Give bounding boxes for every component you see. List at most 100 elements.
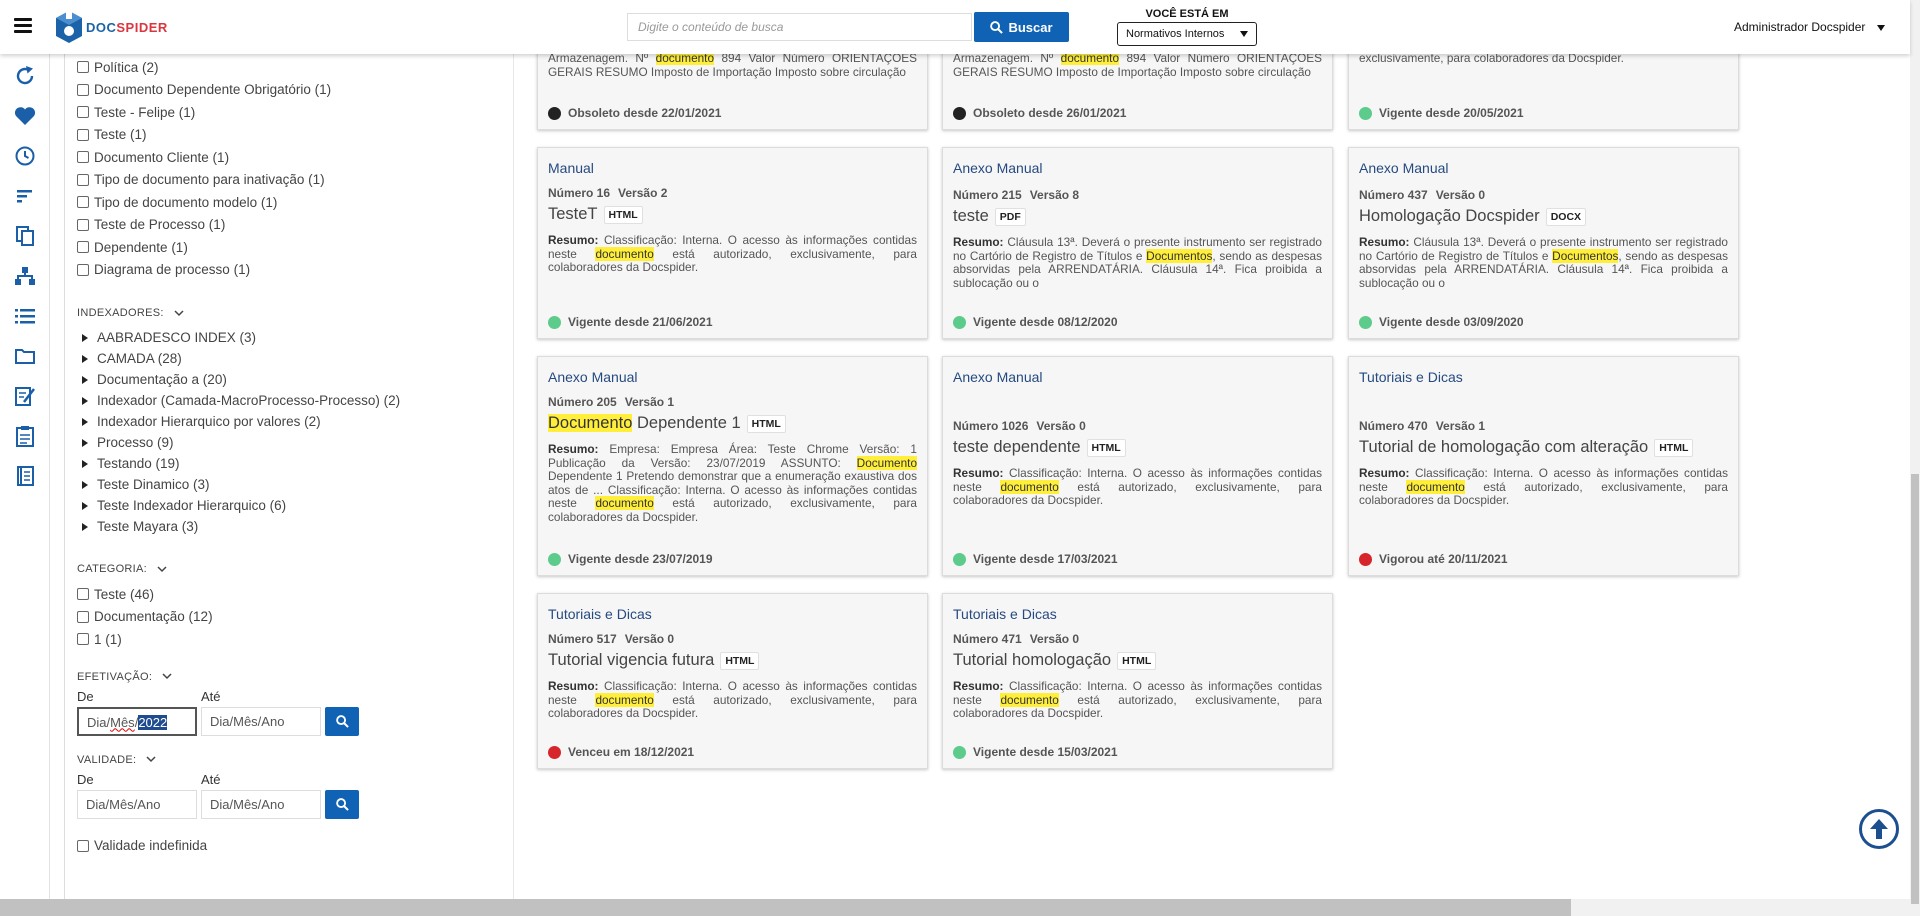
- clock-icon[interactable]: [0, 136, 50, 176]
- sort-icon[interactable]: [0, 176, 50, 216]
- effective-from-input[interactable]: Dia/Mês/2022: [77, 706, 197, 736]
- card-category[interactable]: Anexo Manual: [548, 369, 917, 385]
- edit-document-icon[interactable]: [0, 376, 50, 416]
- document-card[interactable]: Manual Número 16 Versão 2 TesteT HTML Resumo:…: [537, 147, 928, 339]
- type-filter-checkbox[interactable]: [77, 241, 89, 254]
- type-filter-row[interactable]: Política (2): [77, 56, 513, 79]
- category-filter-checkbox[interactable]: [77, 633, 89, 646]
- category-filter-row[interactable]: Documentação (12): [77, 606, 513, 629]
- type-filter-row[interactable]: Dependente (1): [77, 236, 513, 259]
- card-category[interactable]: Anexo Manual: [953, 160, 1322, 176]
- notebook-icon[interactable]: [0, 456, 50, 496]
- indexer-tree-item[interactable]: CAMADA (28): [77, 348, 513, 369]
- type-filter-row[interactable]: Documento Cliente (1): [77, 146, 513, 169]
- folder-icon[interactable]: [0, 336, 50, 376]
- document-card[interactable]: Anexo Manual Número 437 Versão 0 Homologaçã…: [1348, 147, 1739, 339]
- card-category[interactable]: Tutoriais e Dicas: [548, 606, 917, 622]
- expand-triangle-icon[interactable]: [82, 333, 88, 342]
- card-category[interactable]: Anexo Manual: [1359, 160, 1728, 176]
- copy-icon[interactable]: [0, 216, 50, 256]
- expand-triangle-icon[interactable]: [82, 417, 88, 426]
- indefinite-validity-checkbox-row[interactable]: Validade indefinida: [77, 835, 513, 858]
- context-select[interactable]: Normativos Internos: [1117, 22, 1257, 46]
- hierarchy-icon[interactable]: [0, 256, 50, 296]
- type-filter-checkbox[interactable]: [77, 263, 89, 276]
- refresh-icon[interactable]: [0, 56, 50, 96]
- card-title[interactable]: Tutorial de homologação com alteração HTM…: [1359, 438, 1728, 457]
- type-filter-checkbox[interactable]: [77, 218, 89, 231]
- document-card[interactable]: Tutoriais e Dicas Número 470 Versão 1 Tutor…: [1348, 356, 1739, 576]
- card-title[interactable]: Tutorial homologação HTML: [953, 651, 1322, 670]
- type-filter-row[interactable]: Documento Dependente Obrigatório (1): [77, 79, 513, 102]
- card-category[interactable]: Anexo Manual: [953, 369, 1322, 385]
- category-filter-row[interactable]: 1 (1): [77, 628, 513, 651]
- category-section-header[interactable]: CATEGORIA:: [77, 563, 513, 575]
- indexer-tree-item[interactable]: Processo (9): [77, 432, 513, 453]
- category-filter-row[interactable]: Teste (46): [77, 583, 513, 606]
- user-menu[interactable]: Administrador Docspider: [1734, 20, 1885, 34]
- type-filter-row[interactable]: Teste (1): [77, 124, 513, 147]
- type-filter-checkbox[interactable]: [77, 151, 89, 164]
- heart-icon[interactable]: [0, 96, 50, 136]
- type-filter-checkbox[interactable]: [77, 106, 89, 119]
- card-category[interactable]: Tutoriais e Dicas: [953, 606, 1322, 622]
- validity-section-header[interactable]: VALIDADE:: [77, 754, 513, 766]
- clipboard-icon[interactable]: [0, 416, 50, 456]
- search-input[interactable]: Digite o conteúdo de busca: [627, 13, 972, 41]
- type-filter-row[interactable]: Tipo de documento modelo (1): [77, 191, 513, 214]
- expand-triangle-icon[interactable]: [82, 459, 88, 468]
- indefinite-validity-checkbox[interactable]: [77, 839, 89, 852]
- effective-to-input[interactable]: Dia/Mês/Ano: [201, 706, 321, 736]
- card-title[interactable]: Homologação Docspider DOCX: [1359, 207, 1728, 226]
- category-filter-checkbox[interactable]: [77, 610, 89, 623]
- expand-triangle-icon[interactable]: [82, 438, 88, 447]
- card-title[interactable]: teste PDF: [953, 207, 1322, 226]
- indexer-tree-item[interactable]: Indexador (Camada-MacroProcesso-Processo…: [77, 390, 513, 411]
- card-title[interactable]: TesteT HTML: [548, 205, 917, 224]
- vertical-scrollbar-thumb[interactable]: [1911, 474, 1919, 904]
- indexer-tree-item[interactable]: AABRADESCO INDEX (3): [77, 327, 513, 348]
- type-filter-row[interactable]: Teste de Processo (1): [77, 214, 513, 237]
- list-icon[interactable]: [0, 296, 50, 336]
- expand-triangle-icon[interactable]: [82, 480, 88, 489]
- type-filter-checkbox[interactable]: [77, 61, 89, 74]
- indexer-tree-item[interactable]: Documentação a (20): [77, 369, 513, 390]
- expand-triangle-icon[interactable]: [82, 375, 88, 384]
- horizontal-scrollbar-thumb[interactable]: [0, 899, 1571, 916]
- card-title[interactable]: Documento Dependente 1 HTML: [548, 414, 917, 433]
- card-category[interactable]: Manual: [548, 160, 917, 176]
- indexer-tree-item[interactable]: Teste Mayara (3): [77, 516, 513, 537]
- type-filter-checkbox[interactable]: [77, 173, 89, 186]
- type-filter-checkbox[interactable]: [77, 196, 89, 209]
- document-card[interactable]: Anexo Manual Número 215 Versão 8 teste PDF Re…: [942, 147, 1333, 339]
- hamburger-menu-icon[interactable]: [14, 18, 32, 34]
- document-card[interactable]: Anexo Manual Número 205 Versão 1 Documento …: [537, 356, 928, 576]
- type-filter-row[interactable]: Teste - Felipe (1): [77, 101, 513, 124]
- expand-triangle-icon[interactable]: [82, 522, 88, 531]
- category-filter-checkbox[interactable]: [77, 588, 89, 601]
- document-card[interactable]: Tutoriais e Dicas Número 471 Versão 0 Tutor…: [942, 593, 1333, 769]
- document-card[interactable]: Tutoriais e Dicas Número 517 Versão 0 Tutor…: [537, 593, 928, 769]
- expand-triangle-icon[interactable]: [82, 501, 88, 510]
- expand-triangle-icon[interactable]: [82, 354, 88, 363]
- indexers-section-header[interactable]: INDEXADORES:: [77, 307, 513, 319]
- card-title[interactable]: Tutorial vigencia futura HTML: [548, 651, 917, 670]
- type-filter-row[interactable]: Diagrama de processo (1): [77, 259, 513, 282]
- card-title[interactable]: teste dependente HTML: [953, 438, 1322, 457]
- validity-search-button[interactable]: [325, 789, 359, 819]
- expand-triangle-icon[interactable]: [82, 396, 88, 405]
- docspider-logo[interactable]: DOCSPIDER: [54, 8, 168, 46]
- type-filter-row[interactable]: Tipo de documento para inativação (1): [77, 169, 513, 192]
- card-category[interactable]: Tutoriais e Dicas: [1359, 369, 1728, 385]
- validity-from-input[interactable]: Dia/Mês/Ano: [77, 789, 197, 819]
- type-filter-checkbox[interactable]: [77, 128, 89, 141]
- indexer-tree-item[interactable]: Teste Dinamico (3): [77, 474, 513, 495]
- back-to-top-button[interactable]: [1859, 809, 1899, 849]
- validity-to-input[interactable]: Dia/Mês/Ano: [201, 789, 321, 819]
- indexer-tree-item[interactable]: Teste Indexador Hierarquico (6): [77, 495, 513, 516]
- search-button[interactable]: Buscar: [974, 12, 1069, 42]
- indexer-tree-item[interactable]: Testando (19): [77, 453, 513, 474]
- effective-section-header[interactable]: EFETIVAÇÃO:: [77, 671, 513, 683]
- indexer-tree-item[interactable]: Indexador Hierarquico por valores (2): [77, 411, 513, 432]
- document-card[interactable]: Anexo Manual Número 1026 Versão 0 teste dep…: [942, 356, 1333, 576]
